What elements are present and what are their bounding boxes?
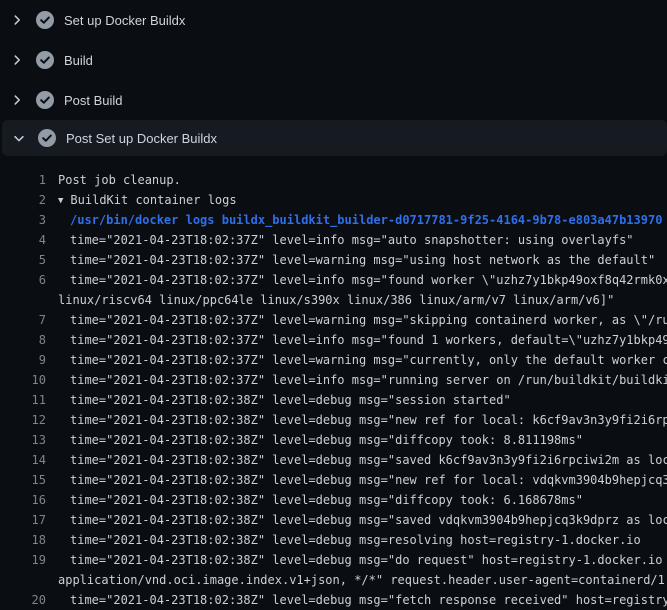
log-line: 1Post job cleanup. [0,170,667,190]
log-line-text: time="2021-04-23T18:02:38Z" level=debug … [58,390,511,410]
step-list: Set up Docker Buildx Build Post Build Post … [0,0,667,156]
chevron-right-icon[interactable] [10,52,24,68]
log-line-text: time="2021-04-23T18:02:37Z" level=warnin… [58,250,655,270]
log-line-text: time="2021-04-23T18:02:38Z" level=debug … [58,550,667,570]
log-line-number[interactable]: 1 [0,170,58,190]
step-label: Build [64,53,93,68]
step-header-build[interactable]: Build [0,40,667,80]
step-label: Post Set up Docker Buildx [66,131,217,146]
log-line-text: time="2021-04-23T18:02:38Z" level=debug … [58,590,667,610]
log-line: 7time="2021-04-23T18:02:37Z" level=warni… [0,310,667,330]
log-line-text: time="2021-04-23T18:02:38Z" level=debug … [58,510,667,530]
log-line-text: time="2021-04-23T18:02:38Z" level=debug … [58,430,583,450]
log-line: 10time="2021-04-23T18:02:37Z" level=info… [0,370,667,390]
log-line-text: time="2021-04-23T18:02:38Z" level=debug … [58,410,667,430]
log-line-number[interactable]: 7 [0,310,58,330]
check-circle-icon [36,11,54,29]
check-circle-icon [36,91,54,109]
check-circle-icon [38,129,56,147]
log-line: 19time="2021-04-23T18:02:38Z" level=debu… [0,550,667,570]
log-line: 5time="2021-04-23T18:02:37Z" level=warni… [0,250,667,270]
log-line: 15time="2021-04-23T18:02:38Z" level=debu… [0,470,667,490]
log-line-number[interactable]: 9 [0,350,58,370]
log-line: 9time="2021-04-23T18:02:37Z" level=warni… [0,350,667,370]
log-line-text: Post job cleanup. [58,170,181,190]
log-line: 2▼BuildKit container logs [0,190,667,210]
chevron-down-icon[interactable] [12,130,26,146]
log-line-number[interactable]: 15 [0,470,58,490]
log-viewer: 1Post job cleanup.2▼BuildKit container l… [0,156,667,610]
log-line: 4time="2021-04-23T18:02:37Z" level=info … [0,230,667,250]
log-line-number [0,290,58,310]
step-label: Post Build [64,93,123,108]
log-line-number[interactable]: 4 [0,230,58,250]
log-line: 16time="2021-04-23T18:02:38Z" level=debu… [0,490,667,510]
log-line-text: time="2021-04-23T18:02:37Z" level=info m… [58,270,667,290]
step-label: Set up Docker Buildx [64,13,185,28]
log-line-text: time="2021-04-23T18:02:38Z" level=debug … [58,490,583,510]
log-line-text: time="2021-04-23T18:02:37Z" level=info m… [58,330,667,350]
log-line-number[interactable]: 12 [0,410,58,430]
log-line-text: time="2021-04-23T18:02:38Z" level=debug … [58,470,667,490]
step-header-post-build[interactable]: Post Build [0,80,667,120]
log-line-text: application/vnd.oci.image.index.v1+json,… [58,570,667,590]
log-line: 14time="2021-04-23T18:02:38Z" level=debu… [0,450,667,470]
chevron-right-icon[interactable] [10,12,24,28]
step-header-set-up-docker-buildx[interactable]: Set up Docker Buildx [0,0,667,40]
log-line: 12time="2021-04-23T18:02:38Z" level=debu… [0,410,667,430]
log-line-text: linux/riscv64 linux/ppc64le linux/s390x … [58,290,614,310]
log-line: 18time="2021-04-23T18:02:38Z" level=debu… [0,530,667,550]
log-line: linux/riscv64 linux/ppc64le linux/s390x … [0,290,667,310]
log-line-number[interactable]: 10 [0,370,58,390]
log-line-number [0,570,58,590]
log-line-number[interactable]: 11 [0,390,58,410]
log-line-number[interactable]: 5 [0,250,58,270]
log-command-text: /usr/bin/docker logs buildx_buildkit_bui… [58,210,662,230]
log-line-number[interactable]: 3 [0,210,58,230]
log-line: 11time="2021-04-23T18:02:38Z" level=debu… [0,390,667,410]
log-line-text: time="2021-04-23T18:02:37Z" level=warnin… [58,310,667,330]
log-line: 6time="2021-04-23T18:02:37Z" level=info … [0,270,667,290]
check-circle-icon [36,51,54,69]
step-header-post-set-up-docker-buildx[interactable]: Post Set up Docker Buildx [2,120,667,156]
chevron-right-icon[interactable] [10,92,24,108]
log-line: application/vnd.oci.image.index.v1+json,… [0,570,667,590]
log-line-number[interactable]: 18 [0,530,58,550]
log-line-number[interactable]: 2 [0,190,58,210]
log-group-title[interactable]: ▼BuildKit container logs [58,190,237,210]
log-line-number[interactable]: 6 [0,270,58,290]
log-line-text: time="2021-04-23T18:02:37Z" level=info m… [58,370,667,390]
log-line-number[interactable]: 16 [0,490,58,510]
log-line-number[interactable]: 17 [0,510,58,530]
log-group-caret-icon[interactable]: ▼ [58,191,63,211]
log-line-text: time="2021-04-23T18:02:37Z" level=info m… [58,230,634,250]
log-line-number[interactable]: 13 [0,430,58,450]
log-line-text: time="2021-04-23T18:02:38Z" level=debug … [58,450,667,470]
log-line: 20time="2021-04-23T18:02:38Z" level=debu… [0,590,667,610]
log-line: 13time="2021-04-23T18:02:38Z" level=debu… [0,430,667,450]
log-line-text: time="2021-04-23T18:02:38Z" level=debug … [58,530,641,550]
log-line: 3/usr/bin/docker logs buildx_buildkit_bu… [0,210,667,230]
log-line-number[interactable]: 20 [0,590,58,610]
log-line: 17time="2021-04-23T18:02:38Z" level=debu… [0,510,667,530]
log-line-number[interactable]: 8 [0,330,58,350]
log-line-text: time="2021-04-23T18:02:37Z" level=warnin… [58,350,667,370]
log-line-number[interactable]: 14 [0,450,58,470]
log-line-number[interactable]: 19 [0,550,58,570]
log-line: 8time="2021-04-23T18:02:37Z" level=info … [0,330,667,350]
